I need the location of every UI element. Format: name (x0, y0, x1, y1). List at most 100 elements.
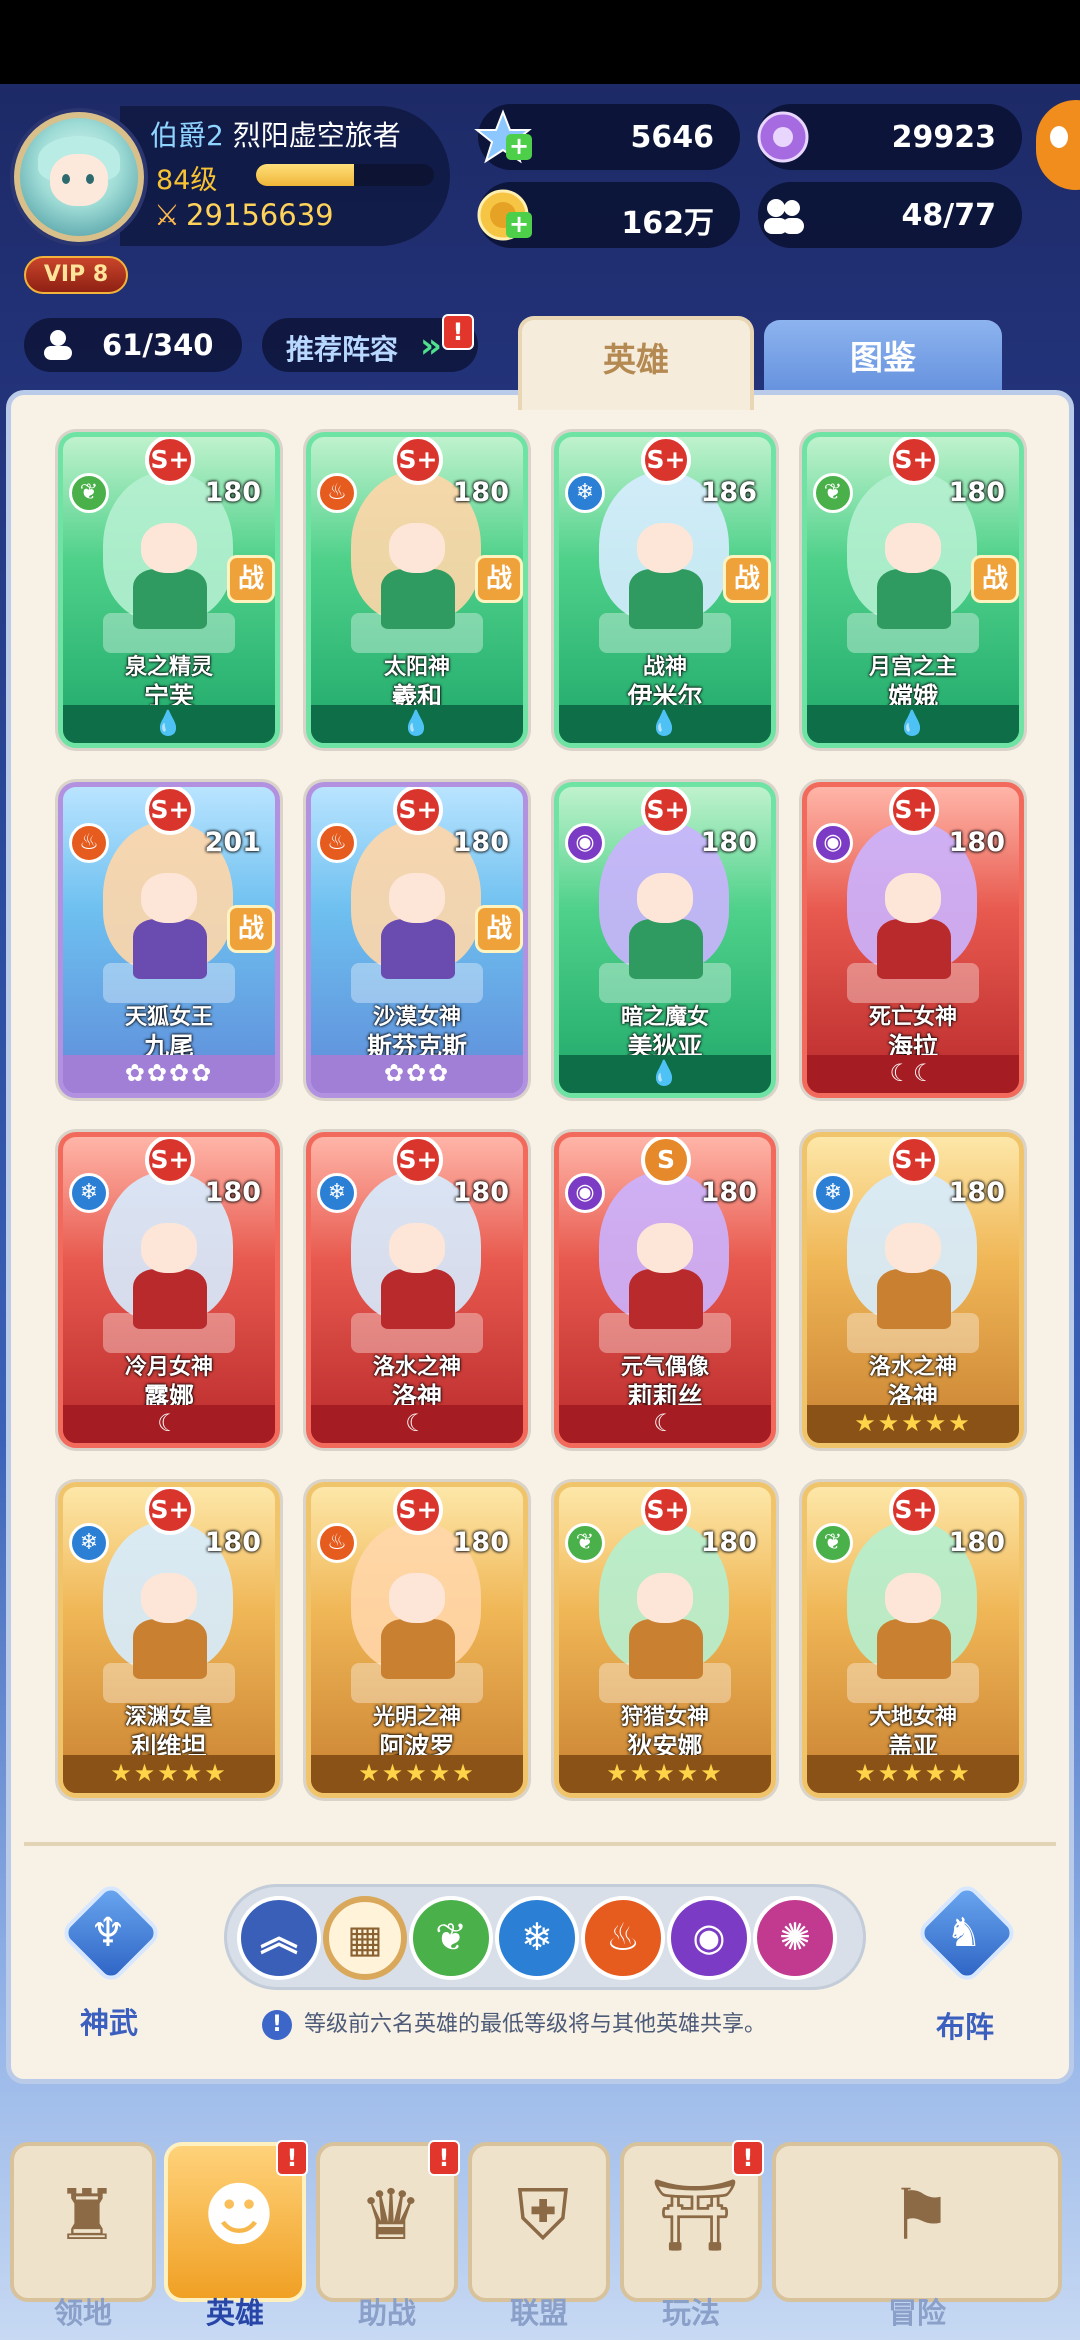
hero-level: 201 (204, 827, 261, 858)
ice-element-icon: ❄ (317, 1173, 357, 1213)
hero-body (133, 569, 207, 629)
nav-label: 领地 (53, 2296, 112, 2330)
grade-badge: S+ (393, 437, 443, 485)
nav-gate-button[interactable]: ⛩! (620, 2140, 764, 2302)
filter-nature-icon[interactable]: ❦ (409, 1896, 493, 1980)
hero-level: 180 (204, 1527, 261, 1558)
grade-badge: S+ (145, 437, 195, 485)
hero-card[interactable]: S+ ❄ 180 冷月女神 露娜 ☾ (58, 1132, 280, 1448)
wings-icon: ♆ (90, 1910, 126, 1956)
filter-upgrade-icon[interactable]: ︽ (237, 1896, 321, 1980)
grade-badge: S+ (889, 787, 939, 835)
hero-body (877, 919, 951, 979)
hero-card[interactable]: S ◉ 180 元气偶像 莉莉丝 ☾ (554, 1132, 776, 1448)
nav-hero-button[interactable]: ☻! (164, 2140, 308, 2302)
hero-face (389, 1223, 445, 1273)
grade-badge: S+ (393, 1487, 443, 1535)
hero-card[interactable]: S+ ❦ 180 战 泉之精灵 宁芙 💧 (58, 432, 280, 748)
hero-level: 180 (700, 1527, 757, 1558)
hero-card[interactable]: S+ ♨ 180 战 沙漠女神 斯芬克斯 ✿✿✿ (306, 782, 528, 1098)
crystal-count: 29923 (891, 120, 996, 155)
gold-resource[interactable]: + 162万 (477, 182, 740, 248)
info-icon: ! (262, 2010, 292, 2040)
filter-all-icon[interactable]: ▦ (323, 1896, 407, 1980)
filter-ice-icon[interactable]: ❄ (495, 1896, 579, 1980)
hero-rank-footer: ★★★★★ (559, 1755, 771, 1793)
player-avatar[interactable] (14, 112, 144, 242)
hero-face (389, 523, 445, 573)
filter-void-icon[interactable]: ✺ (753, 1896, 837, 1980)
nav-label: 助战 (357, 2296, 416, 2330)
gem-resource[interactable]: + 5646 (474, 104, 740, 170)
hero-card[interactable]: S+ ♨ 201 战 天狐女王 九尾 ✿✿✿✿ (58, 782, 280, 1098)
hero-card[interactable]: S+ ♨ 180 战 太阳神 羲和 💧 (306, 432, 528, 748)
helmet-icon: ♛ (359, 2174, 423, 2256)
note-text: 等级前六名英雄的最低等级将与其他英雄共享。 (304, 2012, 767, 2037)
hero-count: 61/340 (102, 328, 214, 362)
hero-icon: ☻ (202, 2174, 276, 2256)
hero-card[interactable]: S+ ◉ 180 暗之魔女 美狄亚 💧 (554, 782, 776, 1098)
hero-rank-footer: 💧 (807, 705, 1019, 743)
filter-shadow-icon[interactable]: ◉ (667, 1896, 751, 1980)
hero-body (877, 1619, 951, 1679)
battle-tag: 战 (723, 555, 771, 603)
nav-label: 英雄 (205, 2296, 264, 2330)
avatar-face (50, 154, 108, 206)
hero-rank-footer: ☾☾ (807, 1055, 1019, 1093)
hero-body (629, 919, 703, 979)
battle-tag: 战 (227, 905, 275, 953)
hero-card[interactable]: S+ ❦ 180 战 月宫之主 嫦娥 💧 (802, 432, 1024, 748)
fire-element-icon: ♨ (317, 1523, 357, 1563)
element-filter-bar: ︽ ▦ ❦ ❄ ♨ ◉ ✺ (224, 1884, 866, 1990)
recommend-lineup-button[interactable]: 推荐阵容 » ! (262, 314, 478, 372)
castle-icon: ♜ (55, 2174, 119, 2256)
filter-fire-icon[interactable]: ♨ (581, 1896, 665, 1980)
nav-castle-button[interactable]: ♜ (10, 2142, 156, 2302)
hero-card[interactable]: S+ ◉ 180 死亡女神 海拉 ☾☾ (802, 782, 1024, 1098)
hero-card[interactable]: S+ ♨ 180 光明之神 阿波罗 ★★★★★ (306, 1482, 528, 1798)
crystal-resource[interactable]: 29923 (757, 104, 1022, 170)
tab-heroes[interactable]: 英雄 (518, 316, 754, 410)
hero-rank-footer: 💧 (63, 705, 275, 743)
members-resource[interactable]: 48/77 (758, 182, 1022, 248)
hero-level: 180 (452, 827, 509, 858)
hero-card[interactable]: S+ ❦ 180 大地女神 盖亚 ★★★★★ (802, 1482, 1024, 1798)
hero-rank-footer: ✿✿✿✿ (63, 1055, 275, 1093)
hero-level: 180 (452, 1177, 509, 1208)
hero-rank-footer: ★★★★★ (63, 1755, 275, 1793)
crystal-icon (757, 111, 809, 163)
nav-flag-button[interactable]: ⚑ (772, 2142, 1062, 2302)
add-gold-icon[interactable]: + (506, 212, 532, 238)
recommend-label: 推荐阵容 (286, 333, 399, 366)
grade-badge: S+ (889, 1487, 939, 1535)
nav-shield-button[interactable]: ⛨ (468, 2142, 610, 2302)
hero-face (885, 523, 941, 573)
hero-card[interactable]: S+ ❄ 180 深渊女皇 利维坦 ★★★★★ (58, 1482, 280, 1798)
ice-element-icon: ❄ (69, 1523, 109, 1563)
hero-face (885, 1223, 941, 1273)
divine-weapon-button[interactable]: ♆ (58, 1880, 164, 1990)
hero-body (877, 569, 951, 629)
hero-face (141, 873, 197, 923)
hero-level: 180 (948, 1527, 1005, 1558)
hero-card[interactable]: S+ ❦ 180 狩猎女神 狄安娜 ★★★★★ (554, 1482, 776, 1798)
nav-helmet-button[interactable]: ♛! (316, 2140, 460, 2302)
hero-card[interactable]: S+ ❄ 186 战 战神 伊米尔 💧 (554, 432, 776, 748)
nature-element-icon: ❦ (565, 1523, 605, 1563)
hero-level: 186 (700, 477, 757, 508)
combat-power-value: 29156639 (186, 198, 334, 232)
grade-badge: S+ (145, 1137, 195, 1185)
hero-card[interactable]: S+ ❄ 180 洛水之神 洛神 ☾ (306, 1132, 528, 1448)
mascot-eye (1050, 126, 1068, 148)
nature-element-icon: ❦ (813, 473, 853, 513)
flag-icon: ⚑ (889, 2174, 953, 2256)
people-icon (764, 199, 804, 234)
hero-card[interactable]: S+ ❄ 180 洛水之神 洛神 ★★★★★ (802, 1132, 1024, 1448)
vip-badge[interactable]: VIP 8 (24, 256, 128, 294)
hero-rank-footer: 💧 (559, 1055, 771, 1093)
formation-button[interactable]: ♞ (914, 1880, 1020, 1990)
gate-icon: ⛩ (650, 2174, 740, 2256)
hero-body (133, 1269, 207, 1329)
hero-level: 180 (700, 827, 757, 858)
add-gems-icon[interactable]: + (506, 134, 532, 160)
